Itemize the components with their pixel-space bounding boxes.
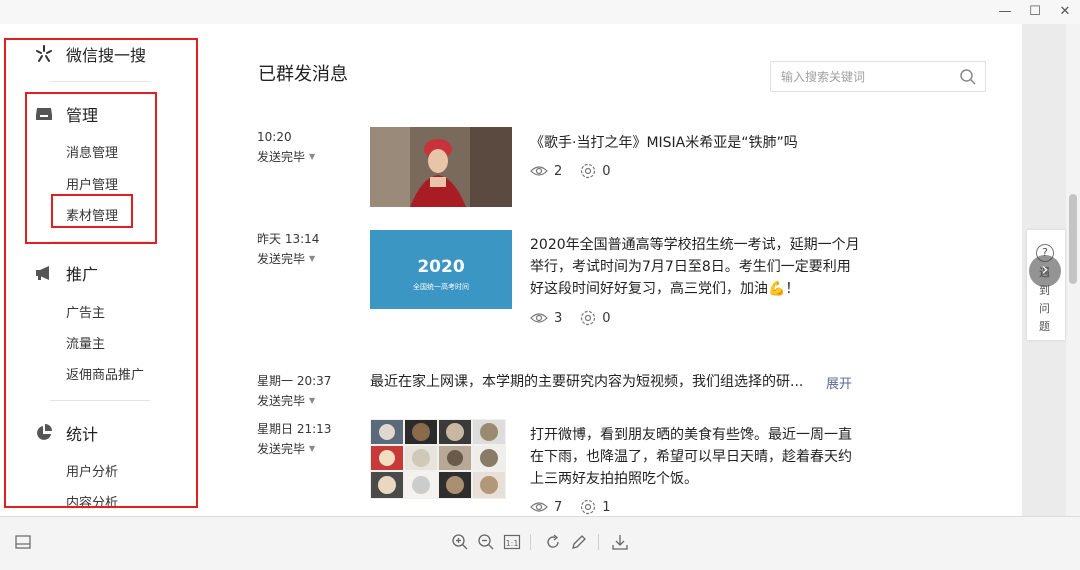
sidebar-item-search[interactable]: 微信搜一搜 (34, 42, 146, 66)
actual-size-icon[interactable]: 1:1 (501, 531, 523, 553)
message-time: 星期一 20:37 (257, 374, 332, 388)
expand-link[interactable]: 展开 (826, 373, 852, 392)
sidebar-section-title: 管理 (66, 106, 99, 125)
likes-stat: 1 (580, 499, 611, 515)
caret-down-icon: ▼ (309, 254, 316, 263)
message-status-label: 发送完毕 (257, 252, 306, 266)
edit-pencil-icon[interactable] (568, 531, 590, 553)
sidebar-section-stats[interactable]: 统计 (34, 421, 98, 445)
vertical-scrollbar[interactable] (1066, 24, 1080, 516)
help-widget[interactable]: ? 遇到问题 › (1027, 230, 1065, 340)
sidebar-divider (50, 241, 150, 242)
message-time: 10:20 (257, 130, 292, 144)
inbox-icon (34, 104, 54, 124)
sidebar-item-user-manage[interactable]: 用户管理 (66, 174, 118, 193)
views-count: 7 (554, 499, 563, 515)
main-panel: 已群发消息 10:20 发送完毕▼ 《歌手·当打之年》MISIA米希亚是“铁肺”… (222, 24, 1022, 516)
message-time: 星期日 21:13 (257, 422, 332, 436)
sidebar-item-message-manage[interactable]: 消息管理 (66, 142, 118, 161)
sidebar-section-title: 统计 (66, 425, 99, 444)
message-body[interactable]: 2020年全国普通高等学校招生统一考试，延期一个月举行，考试时间为7月7日至8日… (530, 234, 860, 300)
message-status-label: 发送完毕 (257, 442, 306, 456)
like-icon (581, 310, 596, 326)
sidebar: 微信搜一搜 管理 消息管理 用户管理 素材管理 推广 广告主 流量主 返佣商品推… (0, 24, 222, 516)
message-body[interactable]: 打开微博，看到朋友晒的美食有些馋。最近一周一直在下雨，也降温了，希望可以早日天晴… (530, 424, 860, 490)
caret-down-icon: ▼ (309, 444, 316, 453)
views-stat: 3 (530, 311, 562, 326)
views-count: 2 (554, 163, 563, 179)
search-input[interactable] (771, 62, 951, 91)
sidebar-divider (50, 81, 150, 82)
message-stats: 7 1 (530, 499, 629, 515)
sidebar-item-user-analysis[interactable]: 用户分析 (66, 461, 118, 480)
pie-chart-icon (34, 423, 54, 443)
likes-stat: 0 (580, 163, 611, 179)
sidebar-section-manage[interactable]: 管理 (34, 102, 98, 126)
sidebar-section-promote[interactable]: 推广 (34, 261, 98, 285)
message-stats: 2 0 (530, 163, 629, 179)
megaphone-icon (34, 263, 54, 283)
svg-text:1:1: 1:1 (506, 539, 519, 548)
search-icon[interactable] (959, 68, 977, 86)
close-button[interactable]: ✕ (1054, 3, 1076, 21)
window-titlebar: — ☐ ✕ (0, 0, 1080, 24)
message-status[interactable]: 发送完毕 ▼ (257, 440, 315, 458)
sidebar-item-content-analysis[interactable]: 内容分析 (66, 492, 118, 511)
thumbnail-year: 2020 (417, 257, 465, 277)
caret-down-icon: ▼ (309, 396, 316, 405)
likes-count: 0 (602, 163, 611, 179)
message-status-label: 发送完毕 (257, 150, 306, 164)
maximize-button[interactable]: ☐ (1024, 3, 1046, 21)
like-icon (581, 499, 596, 515)
message-thumbnail[interactable] (370, 127, 512, 207)
message-status[interactable]: 发送完毕 ▼ (257, 250, 315, 268)
message-status-label: 发送完毕 (257, 394, 306, 408)
download-icon[interactable] (609, 531, 631, 553)
eye-icon (530, 313, 548, 323)
sidebar-brand-label: 微信搜一搜 (66, 46, 147, 65)
sidebar-item-commission[interactable]: 返佣商品推广 (66, 364, 144, 383)
thumbnail-caption: 全国统一高考时间 (413, 283, 469, 291)
likes-stat: 0 (580, 310, 611, 326)
like-icon (581, 163, 596, 179)
minimize-button[interactable]: — (994, 3, 1016, 21)
views-stat: 7 (530, 500, 562, 515)
message-thumbnail[interactable]: 2020 全国统一高考时间 (370, 230, 512, 309)
sidebar-item-advertiser[interactable]: 广告主 (66, 302, 105, 321)
eye-icon (530, 166, 548, 176)
viewer-toolbar: 1:1 (0, 516, 1080, 570)
message-time: 昨天 13:14 (257, 232, 320, 246)
message-status[interactable]: 发送完毕 ▼ (257, 392, 315, 410)
message-text[interactable]: 最近在家上网课，本学期的主要研究内容为短视频，我们组选择的研... (370, 372, 803, 392)
search-box (770, 61, 986, 92)
toolbar-separator (598, 534, 599, 550)
sidebar-item-publisher[interactable]: 流量主 (66, 333, 105, 352)
next-arrow-button[interactable]: › (1029, 255, 1061, 287)
message-thumbnail[interactable] (370, 419, 506, 499)
zoom-out-icon[interactable] (475, 531, 497, 553)
rotate-icon[interactable] (542, 531, 564, 553)
likes-count: 0 (602, 310, 611, 326)
zoom-in-icon[interactable] (449, 531, 471, 553)
sidebar-section-title: 推广 (66, 265, 99, 284)
eye-icon (530, 502, 548, 512)
page-title: 已群发消息 (258, 64, 348, 85)
layout-toggle-icon[interactable] (12, 531, 34, 553)
message-stats: 3 0 (530, 310, 629, 326)
sparkle-icon (34, 44, 54, 64)
message-title[interactable]: 《歌手·当打之年》MISIA米希亚是“铁肺”吗 (530, 132, 798, 154)
likes-count: 1 (602, 499, 611, 515)
caret-down-icon: ▼ (309, 152, 316, 161)
views-count: 3 (554, 310, 563, 326)
sidebar-divider (50, 400, 150, 401)
views-stat: 2 (530, 164, 562, 179)
toolbar-separator (530, 534, 531, 550)
scrollbar-thumb[interactable] (1069, 194, 1077, 284)
message-status[interactable]: 发送完毕 ▼ (257, 148, 315, 166)
sidebar-item-material-manage[interactable]: 素材管理 (66, 205, 118, 224)
